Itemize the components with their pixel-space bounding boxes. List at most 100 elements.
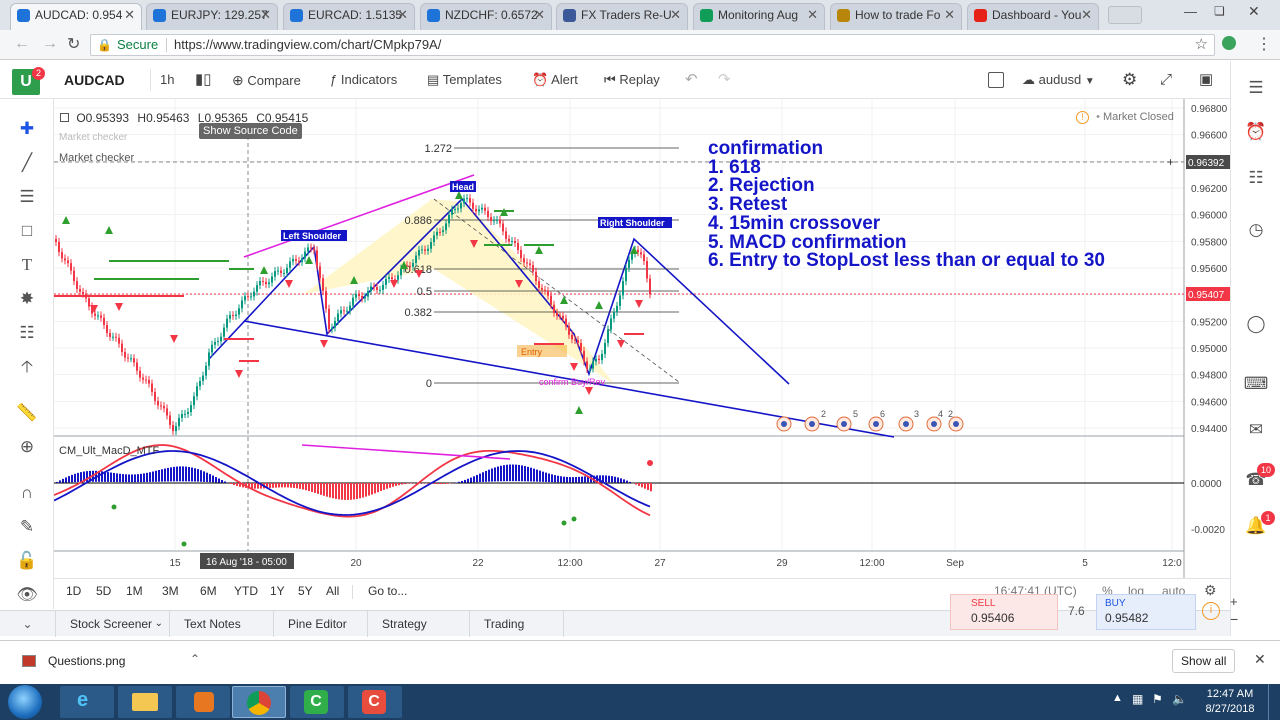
fib-retracement-icon[interactable]: ☰ <box>15 185 39 209</box>
tray-volume-icon[interactable]: 🔈 <box>1172 692 1187 706</box>
explorer-icon[interactable] <box>118 686 172 718</box>
layout-menu[interactable]: ☁ audusd ▼ <box>1022 61 1095 99</box>
start-orb-icon[interactable] <box>8 685 42 719</box>
close-tab-icon[interactable]: ✕ <box>260 4 271 26</box>
tab-text-notes[interactable]: Text Notes <box>170 611 274 637</box>
period-ytd[interactable]: YTD <box>234 584 258 598</box>
fullscreen-icon[interactable]: ⤢ <box>1160 61 1172 99</box>
browser-tab[interactable]: NZDCHF: 0.6572 ✕ <box>420 3 552 30</box>
arrow-up-icon[interactable]: 🡡 <box>15 355 39 379</box>
layout-checkbox[interactable] <box>988 72 1004 88</box>
expand-panel-icon[interactable]: ⌄ <box>0 611 56 637</box>
zoom-in-icon[interactable]: ⊕ <box>15 435 39 459</box>
ideas-bulb-icon[interactable]: ◯ <box>1243 311 1269 337</box>
undo-icon[interactable]: ↶ <box>685 61 698 99</box>
interval-button[interactable]: 1h <box>160 61 174 99</box>
extension-icon[interactable] <box>1222 36 1236 50</box>
camtasia-red-icon[interactable]: C <box>348 686 402 718</box>
browser-tab[interactable]: Monitoring Aug ✕ <box>693 3 825 30</box>
period-6m[interactable]: 6M <box>200 584 217 598</box>
alarm-clock-icon[interactable]: ⏰ <box>1243 119 1269 145</box>
indicators-button[interactable]: ƒ Indicators <box>330 61 397 99</box>
tray-flag-icon[interactable]: ⚑ <box>1152 692 1163 706</box>
strategy-note[interactable]: confirmation 1. 618 2. Rejection 3. Rete… <box>708 139 1105 271</box>
alert-button[interactable]: ⏰ Alert <box>532 61 578 99</box>
close-downloads-icon[interactable]: ✕ <box>1254 651 1266 668</box>
back-icon[interactable]: ← <box>14 35 30 53</box>
chats-icon[interactable]: ✉ <box>1243 417 1269 443</box>
browser-tab[interactable]: EURCAD: 1.5135 ✕ <box>283 3 415 30</box>
menu-icon[interactable]: ⋮ <box>1256 34 1272 54</box>
star-icon[interactable]: ☆ <box>1195 35 1208 55</box>
goto-button[interactable]: Go to... <box>368 584 407 598</box>
sell-button[interactable]: SELL 0.95406 <box>950 594 1058 630</box>
period-3m[interactable]: 3M <box>162 584 179 598</box>
chart-type-icon[interactable]: ▮▯ <box>195 61 212 99</box>
trade-info-icon[interactable]: i <box>1202 602 1220 620</box>
url-field[interactable]: 🔒 Secure https://www.tradingview.com/cha… <box>90 34 1215 56</box>
settings-gear-icon[interactable]: ⚙ <box>1122 61 1137 99</box>
templates-button[interactable]: ▤ Templates <box>427 61 502 99</box>
browser-tab[interactable]: How to trade Fo ✕ <box>830 3 962 30</box>
browser-tab[interactable]: FX Traders Re-U ✕ <box>556 3 688 30</box>
browser-tab[interactable]: Dashboard - You ✕ <box>967 3 1099 30</box>
tray-network-icon[interactable]: ▦ <box>1132 692 1143 706</box>
data-window-icon[interactable]: ☷ <box>1243 165 1269 191</box>
market-checker-2[interactable]: Market checker <box>59 152 134 164</box>
ruler-icon[interactable]: 📏 <box>15 401 39 425</box>
period-5d[interactable]: 5D <box>96 584 111 598</box>
text-icon[interactable]: T <box>15 253 39 277</box>
close-tab-icon[interactable]: ✕ <box>1081 4 1092 26</box>
eye-icon[interactable]: 👁 <box>15 583 39 607</box>
market-checker-1[interactable]: Market checker <box>59 132 127 143</box>
download-item[interactable]: Questions.png ⌃ <box>18 652 208 675</box>
zoom-plus-icon[interactable]: + <box>1230 594 1238 609</box>
close-tab-icon[interactable]: ✕ <box>534 4 545 26</box>
reload-icon[interactable]: ↻ <box>67 34 80 54</box>
buy-button[interactable]: BUY 0.95482 <box>1096 594 1196 630</box>
tab-pine-editor[interactable]: Pine Editor * <box>274 611 368 657</box>
period-1d[interactable]: 1D <box>66 584 81 598</box>
pattern-icon[interactable]: ✸ <box>15 287 39 311</box>
crosshair-icon[interactable]: ✚ <box>15 117 39 141</box>
prediction-icon[interactable]: ☷ <box>15 321 39 345</box>
magnet-icon[interactable]: ∩ <box>15 481 39 505</box>
zoom-minus-icon[interactable]: − <box>1230 611 1238 627</box>
compare-button[interactable]: ⊕ Compare <box>232 61 301 99</box>
show-all-button[interactable]: Show all <box>1172 649 1236 673</box>
pencil-lock-icon[interactable]: ✎ <box>15 515 39 539</box>
redo-icon[interactable]: ↷ <box>718 61 731 99</box>
ie-icon[interactable]: e <box>60 686 114 718</box>
period-1m[interactable]: 1M <box>126 584 143 598</box>
minimize-icon[interactable]: — <box>1184 4 1197 19</box>
browser-tab[interactable]: AUDCAD: 0.954 ✕ <box>10 3 142 30</box>
tab-trading-panel[interactable]: Trading Panel <box>470 611 564 657</box>
close-tab-icon[interactable]: ✕ <box>670 4 681 26</box>
rectangle-icon[interactable]: □ <box>15 219 39 243</box>
period-5y[interactable]: 5Y <box>298 584 313 598</box>
lock-drawings-icon[interactable]: 🔓 <box>15 549 39 573</box>
chevron-up-icon[interactable]: ⌃ <box>190 652 200 666</box>
info-icon[interactable]: ! <box>1076 111 1089 124</box>
streams-icon[interactable]: ⌨ <box>1243 371 1269 397</box>
period-1y[interactable]: 1Y <box>270 584 285 598</box>
close-tab-icon[interactable]: ✕ <box>124 4 135 26</box>
camtasia-green-icon[interactable]: C <box>290 686 344 718</box>
forward-icon[interactable]: → <box>42 35 58 53</box>
tab-stock-screener[interactable]: Stock Screener ⌄ <box>56 611 170 637</box>
chart-area[interactable]: 1.2720.8860.6180.50.3820 Head Left Shoul… <box>54 99 1230 609</box>
close-window-icon[interactable]: ✕ <box>1248 3 1260 20</box>
new-tab-button[interactable] <box>1108 6 1142 24</box>
macd-title[interactable]: CM_Ult_MacD_MTF <box>59 445 159 457</box>
close-tab-icon[interactable]: ✕ <box>944 4 955 26</box>
period-all[interactable]: All <box>326 584 339 598</box>
tray-up-icon[interactable]: ▲ <box>1112 692 1123 704</box>
restore-icon[interactable]: ❏ <box>1214 4 1225 18</box>
browser-tab[interactable]: EURJPY: 129.257 ✕ <box>146 3 278 30</box>
trendline-icon[interactable]: ╱ <box>15 151 39 175</box>
watchlist-icon[interactable]: ☰ <box>1243 75 1269 101</box>
tray-clock[interactable]: 12:47 AM 8/27/2018 <box>1200 687 1260 717</box>
tab-strategy-tester[interactable]: Strategy Tester <box>368 611 470 657</box>
show-desktop-button[interactable] <box>1268 684 1280 720</box>
snapshot-camera-icon[interactable]: ▣ <box>1199 61 1213 99</box>
